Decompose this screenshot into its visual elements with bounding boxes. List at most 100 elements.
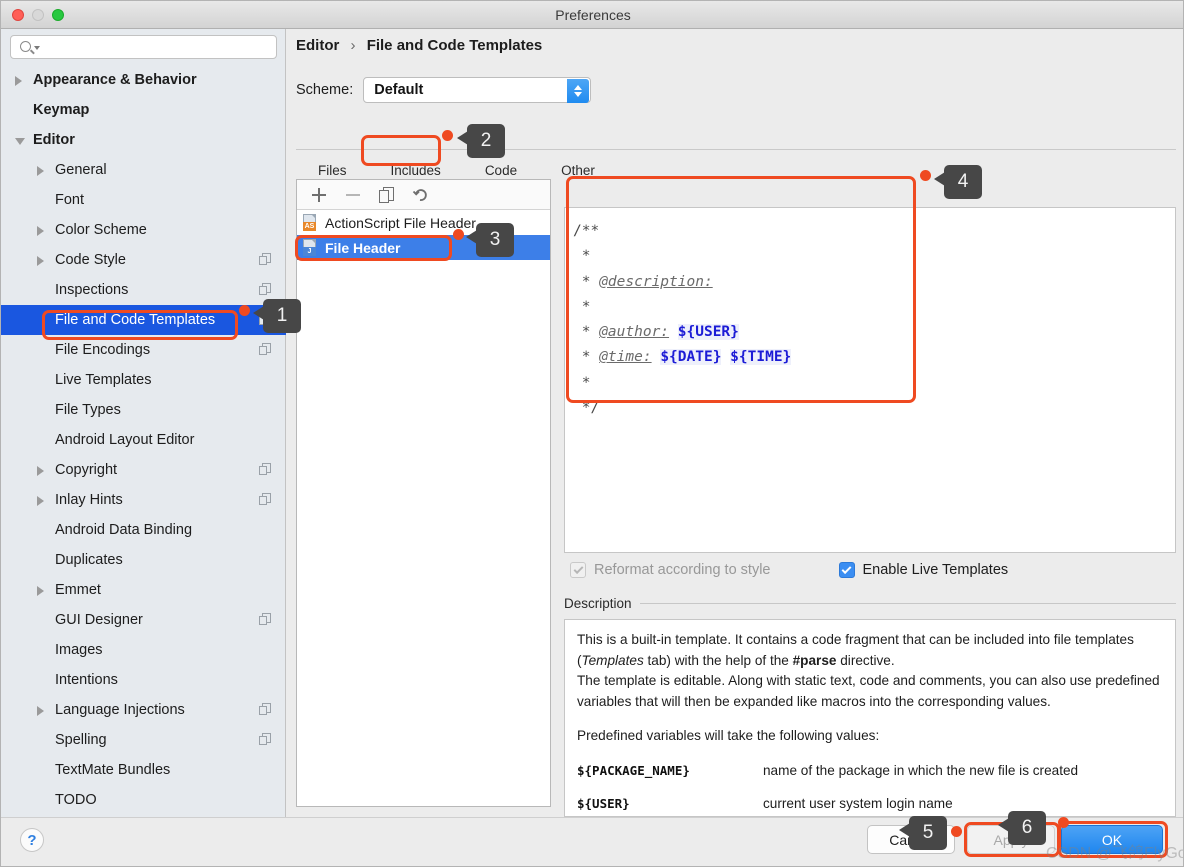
chevron-right-icon[interactable]	[15, 76, 22, 86]
file-type-icon: AS	[303, 214, 318, 231]
sidebar-item-live-templates[interactable]: Live Templates	[1, 365, 286, 395]
scheme-row: Scheme: Default	[296, 77, 592, 103]
sidebar-item-color-scheme[interactable]: Color Scheme	[1, 215, 286, 245]
sidebar-item-label: File and Code Templates	[55, 312, 216, 328]
editor-options-row: Reformat according to style Enable Live T…	[564, 553, 1176, 587]
settings-tree: Appearance & Behavior Keymap Editor General…	[1, 65, 286, 817]
sidebar-item-android-layout-editor[interactable]: Android Layout Editor	[1, 425, 286, 455]
copy-settings-icon	[259, 343, 272, 356]
sidebar-item-label: General	[55, 162, 107, 178]
scheme-value: Default	[374, 82, 424, 98]
sidebar-item-file-types[interactable]: File Types	[1, 395, 286, 425]
chevron-right-icon[interactable]	[37, 226, 44, 236]
sidebar-item-intentions[interactable]: Intentions	[1, 665, 286, 695]
copy-settings-icon	[259, 703, 272, 716]
chevron-right-icon[interactable]	[37, 466, 44, 476]
annotation-tag-2: 2	[457, 124, 505, 158]
sidebar-item-file-encodings[interactable]: File Encodings	[1, 335, 286, 365]
window-titlebar: Preferences	[1, 1, 1183, 29]
chevron-right-icon[interactable]	[37, 256, 44, 266]
chevron-right-icon[interactable]	[37, 496, 44, 506]
chevron-down-icon	[34, 46, 40, 50]
scheme-label: Scheme:	[296, 82, 354, 98]
checkmark-icon	[570, 562, 586, 578]
description-text: directive.	[836, 652, 895, 668]
chevron-down-icon[interactable]	[15, 138, 25, 145]
sidebar-item-android-data-binding[interactable]: Android Data Binding	[1, 515, 286, 545]
sidebar-item-duplicates[interactable]: Duplicates	[1, 545, 286, 575]
variable-description: name of the package in which the new fil…	[763, 762, 1079, 778]
variable-description: current user system login name	[763, 796, 953, 811]
chevron-right-icon[interactable]	[37, 706, 44, 716]
description-text: Predefined variables will take the follo…	[577, 728, 880, 743]
sidebar-item-label: Font	[55, 192, 85, 208]
sidebar-item-label: File Encodings	[55, 342, 151, 358]
annotation-dot-5	[951, 826, 962, 837]
sidebar-item-label: Editor	[33, 132, 75, 148]
help-button[interactable]: ?	[20, 828, 44, 852]
sidebar-item-general[interactable]: General	[1, 155, 286, 185]
sidebar-item-emmet[interactable]: Emmet	[1, 575, 286, 605]
description-text: tab) with the help of the	[643, 652, 793, 668]
sidebar-item-label: Copyright	[55, 462, 118, 478]
add-template-icon[interactable]	[310, 186, 328, 204]
sidebar-item-code-style[interactable]: Code Style	[1, 245, 286, 275]
sidebar-item-label: GUI Designer	[55, 612, 143, 628]
sidebar-item-appearance-behavior[interactable]: Appearance & Behavior	[1, 65, 286, 95]
sidebar-item-gui-designer[interactable]: GUI Designer	[1, 605, 286, 635]
code-line: */	[573, 396, 1175, 421]
sidebar-item-inspections[interactable]: Inspections	[1, 275, 286, 305]
variable-name: ${PACKAGE_NAME}	[577, 762, 690, 778]
sidebar-item-images[interactable]: Images	[1, 635, 286, 665]
sidebar-item-keymap[interactable]: Keymap	[1, 95, 286, 125]
description-rule	[639, 602, 1176, 604]
template-list-panel: AS ActionScript File Header J File Header	[296, 179, 551, 807]
template-editor[interactable]: /** * * @description: * * @author: ${USE…	[564, 207, 1176, 553]
annotation-dot-1	[239, 305, 250, 316]
sidebar-item-label: Images	[55, 642, 103, 658]
code-line: *	[573, 295, 1175, 320]
sidebar-item-label: Inlay Hints	[55, 492, 123, 508]
ok-button[interactable]: OK	[1061, 825, 1163, 854]
sidebar-item-textmate-bundles[interactable]: TextMate Bundles	[1, 755, 286, 785]
description-paragraph: Predefined variables will take the follo…	[577, 726, 1163, 747]
sidebar-item-inlay-hints[interactable]: Inlay Hints	[1, 485, 286, 515]
code-line: *	[573, 371, 1175, 396]
chevron-right-icon[interactable]	[37, 166, 44, 176]
sidebar-item-label: Live Templates	[55, 372, 152, 388]
scheme-stepper-icon[interactable]	[567, 79, 590, 103]
breadcrumb-root[interactable]: Editor	[296, 37, 339, 54]
file-type-icon: J	[303, 239, 318, 256]
annotation-dot-4	[920, 170, 931, 181]
reset-template-icon[interactable]	[412, 186, 430, 204]
sidebar-item-font[interactable]: Font	[1, 185, 286, 215]
copy-template-icon[interactable]	[378, 186, 396, 204]
remove-template-icon[interactable]	[344, 186, 362, 204]
copy-settings-icon	[259, 463, 272, 476]
code-token: @description:	[599, 273, 713, 290]
scheme-select[interactable]: Default	[363, 77, 592, 103]
template-editor-code[interactable]: /** * * @description: * * @author: ${USE…	[565, 208, 1175, 421]
search-field-wrap	[10, 35, 277, 59]
search-input[interactable]	[10, 35, 277, 59]
predefined-variables-table: ${PACKAGE_NAME} name of the package in wh…	[577, 761, 1163, 815]
sidebar-item-spelling[interactable]: Spelling	[1, 725, 286, 755]
sidebar-item-todo[interactable]: TODO	[1, 785, 286, 815]
code-token: @author:	[599, 324, 670, 341]
annotation-tag-6: 6	[998, 811, 1046, 845]
code-token: *	[573, 273, 600, 290]
main-panel: Editor › File and Code Templates Scheme:…	[287, 29, 1183, 817]
sidebar-item-label: Keymap	[33, 102, 90, 118]
description-paragraph: This is a built-in template. It contains…	[577, 630, 1163, 671]
checkbox-enable-live-templates[interactable]: Enable Live Templates	[838, 562, 1008, 578]
sidebar-item-language-injections[interactable]: Language Injections	[1, 695, 286, 725]
sidebar-item-copyright[interactable]: Copyright	[1, 455, 286, 485]
code-token: *	[573, 349, 600, 366]
checkmark-icon[interactable]	[838, 562, 855, 578]
chevron-right-icon[interactable]	[37, 586, 44, 596]
sidebar-item-label: TextMate Bundles	[55, 762, 171, 778]
sidebar-item-label: Android Data Binding	[55, 522, 193, 538]
sidebar-item-editor[interactable]: Editor	[1, 125, 286, 155]
